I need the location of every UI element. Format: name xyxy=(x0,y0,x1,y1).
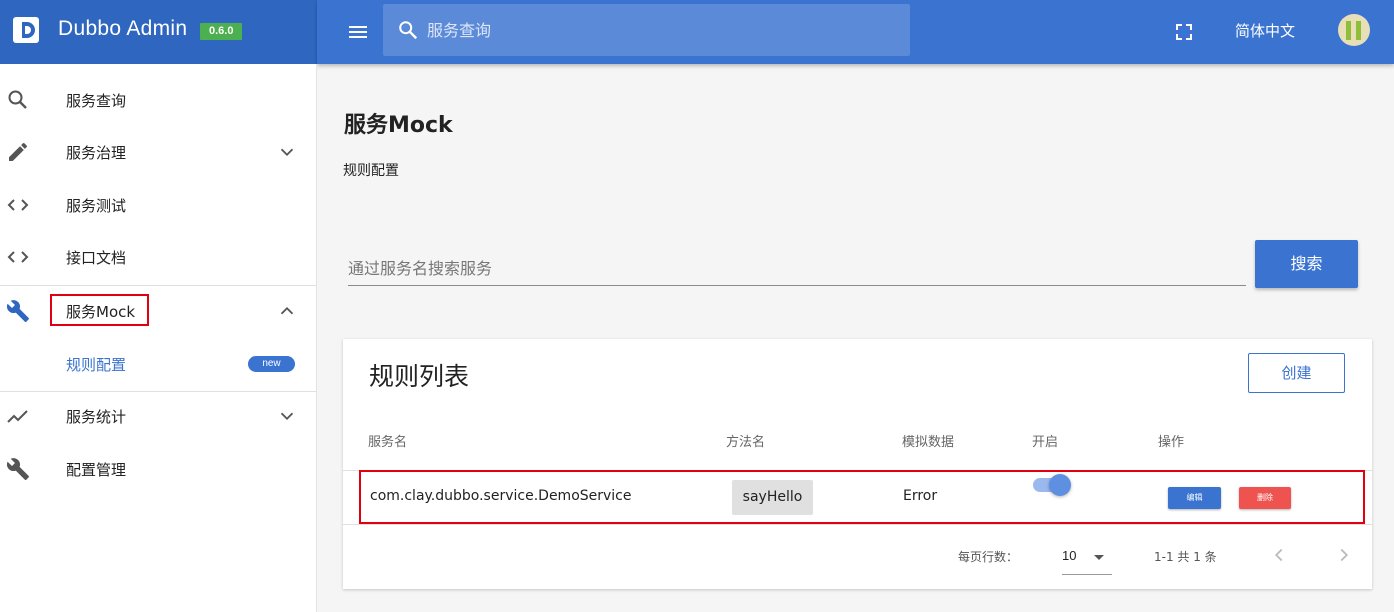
column-header[interactable]: 服务名 xyxy=(368,431,407,450)
page-title: 服务Mock xyxy=(344,113,453,138)
version-badge: 0.6.0 xyxy=(200,23,243,40)
sidebar-item-service-query[interactable]: 服务查询 xyxy=(0,74,316,126)
pencil-icon xyxy=(9,142,27,161)
new-badge: new xyxy=(248,356,295,372)
brand-header: Dubbo Admin 0.6.0 xyxy=(0,0,317,64)
sidebar-item-config-management[interactable]: 配置管理 xyxy=(0,443,316,495)
dropdown-arrow-icon xyxy=(1094,555,1104,560)
search-icon xyxy=(8,90,27,109)
service-search[interactable] xyxy=(348,250,1246,286)
chevron-down-icon xyxy=(280,148,294,157)
code-icon xyxy=(7,251,29,263)
global-search[interactable] xyxy=(383,4,910,56)
edit-button[interactable]: 编辑 xyxy=(1168,487,1221,509)
column-header[interactable]: 操作 xyxy=(1158,431,1184,450)
code-icon xyxy=(7,199,29,211)
chevron-up-icon xyxy=(280,306,294,315)
enable-toggle-thumb[interactable] xyxy=(1049,474,1071,496)
sidebar: 服务查询 服务治理 服务测试 接口文档 服务Mock 规则配置 new 服务统计… xyxy=(0,64,317,612)
column-header[interactable]: 开启 xyxy=(1032,431,1058,450)
column-header[interactable]: 方法名 xyxy=(726,431,765,450)
divider xyxy=(343,524,1372,525)
rows-per-page-value: 10 xyxy=(1062,548,1077,563)
highlight-box xyxy=(50,294,149,326)
pagination-range: 1-1 共 1 条 xyxy=(1154,550,1217,564)
sidebar-item-label: 接口文档 xyxy=(66,249,127,267)
mock-data-cell: Error xyxy=(903,488,938,504)
search-button[interactable]: 搜索 xyxy=(1255,240,1358,288)
chevron-left-icon[interactable] xyxy=(1268,544,1290,566)
dubbo-logo-icon xyxy=(13,17,39,43)
delete-button[interactable]: 删除 xyxy=(1239,487,1291,509)
trending-up-icon xyxy=(7,410,28,423)
breadcrumb: 规则配置 xyxy=(343,163,399,179)
rows-per-page-label: 每页行数： xyxy=(958,550,1019,564)
sidebar-item-label: 服务测试 xyxy=(66,197,127,215)
sidebar-item-service-mock[interactable]: 服务Mock xyxy=(0,285,316,337)
chevron-down-icon xyxy=(280,412,294,421)
sidebar-item-service-stats[interactable]: 服务统计 xyxy=(0,390,316,442)
sidebar-subitem-rule-config[interactable]: 规则配置 xyxy=(66,354,126,375)
sidebar-item-label: 服务治理 xyxy=(66,144,127,162)
app-name: Dubbo Admin xyxy=(58,17,188,40)
rows-per-page-select[interactable]: 10 xyxy=(1062,540,1112,575)
card-title: 规则列表 xyxy=(369,362,470,391)
avatar[interactable] xyxy=(1338,14,1370,46)
method-chip: sayHello xyxy=(732,480,813,515)
sidebar-item-label: 服务查询 xyxy=(66,92,127,110)
wrench-icon xyxy=(6,300,29,322)
service-name-cell: com.clay.dubbo.service.DemoService xyxy=(370,488,632,504)
sidebar-item-api-docs[interactable]: 接口文档 xyxy=(0,231,316,283)
search-icon xyxy=(399,21,418,40)
sidebar-item-service-governance[interactable]: 服务治理 xyxy=(0,126,316,178)
rule-list-card: 规则列表 创建 服务名 方法名 模拟数据 开启 操作 com.clay.dubb… xyxy=(343,339,1372,589)
create-button[interactable]: 创建 xyxy=(1248,353,1345,393)
menu-icon[interactable] xyxy=(346,20,370,44)
column-header[interactable]: 模拟数据 xyxy=(902,431,954,450)
top-bar: 简体中文 xyxy=(317,0,1394,64)
language-switch[interactable]: 简体中文 xyxy=(1235,20,1295,41)
sidebar-item-label: 服务统计 xyxy=(66,408,127,426)
sidebar-item-label: 配置管理 xyxy=(66,461,127,479)
sidebar-item-service-test[interactable]: 服务测试 xyxy=(0,179,316,231)
service-search-input[interactable] xyxy=(348,250,1246,286)
fullscreen-icon[interactable] xyxy=(1172,20,1196,44)
global-search-input[interactable] xyxy=(427,4,897,56)
chevron-right-icon[interactable] xyxy=(1333,544,1355,566)
wrench-icon xyxy=(6,458,29,480)
